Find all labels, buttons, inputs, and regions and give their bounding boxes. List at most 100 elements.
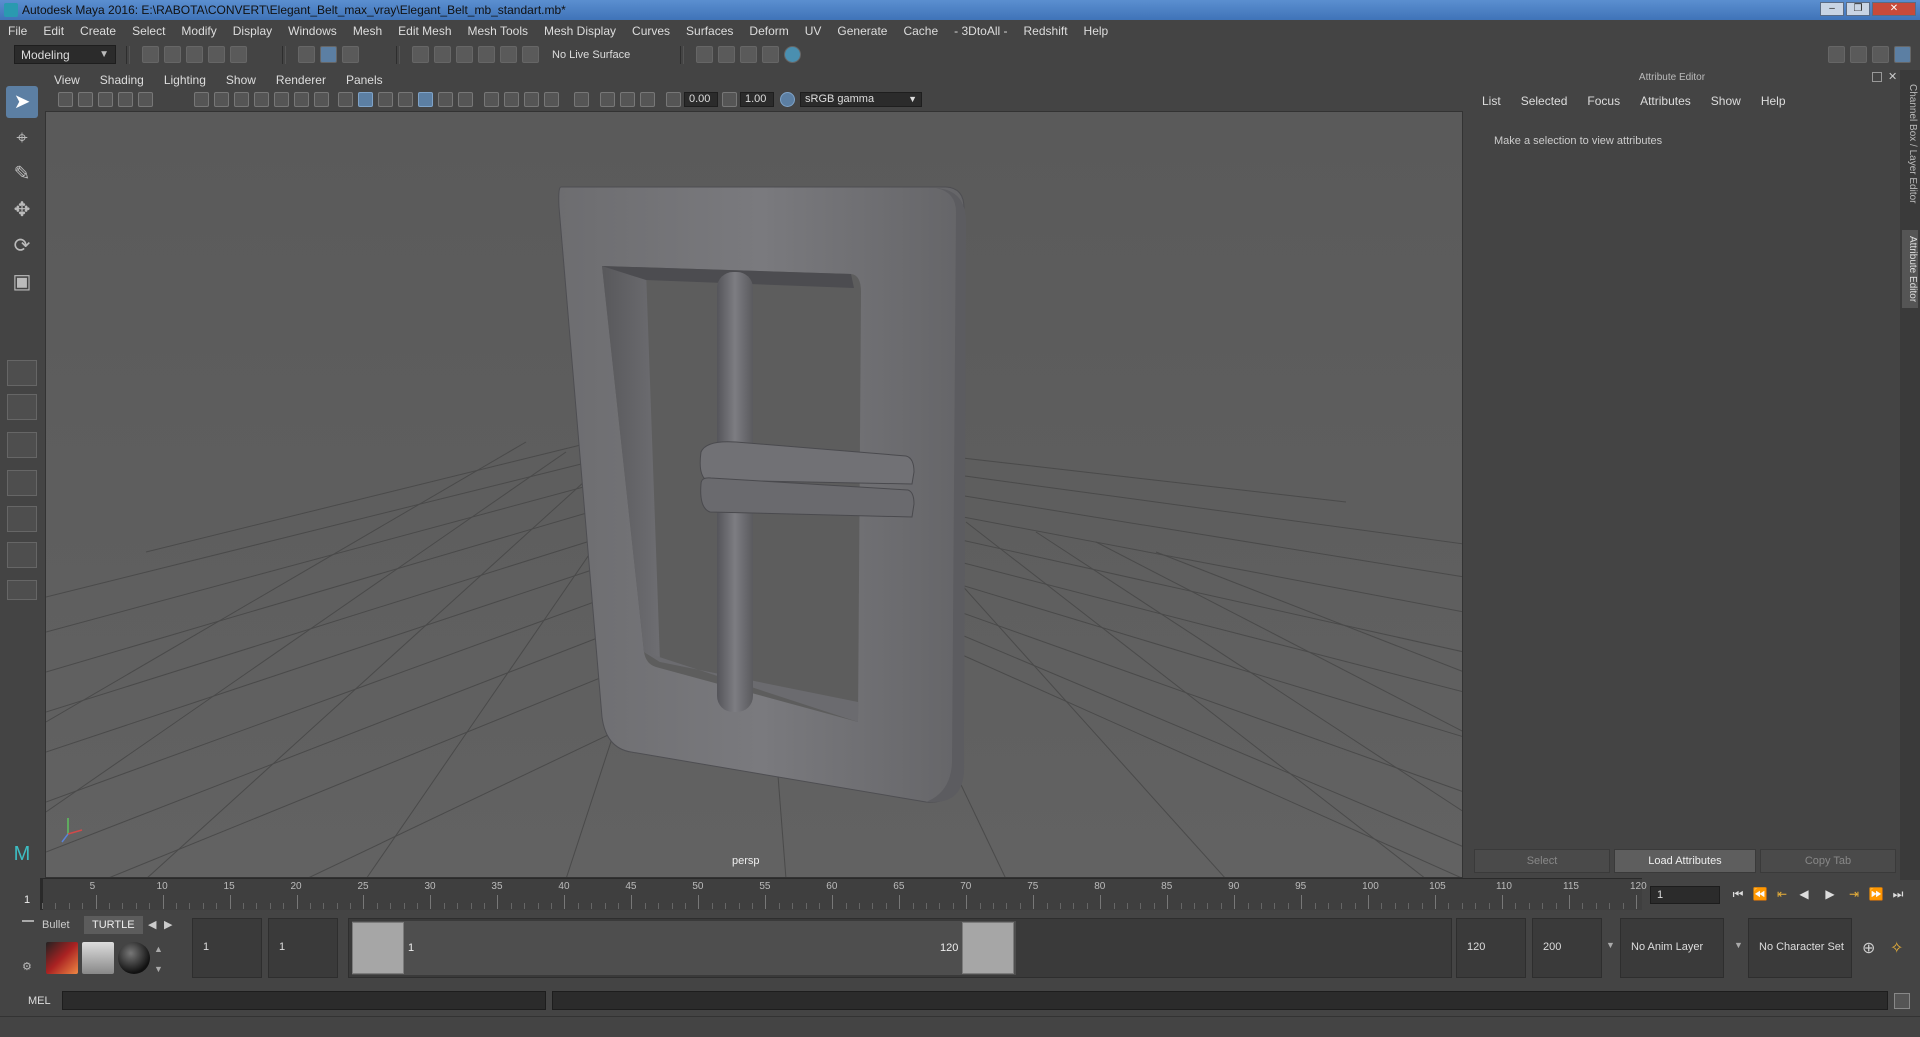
copy-tab-button[interactable]: Copy Tab — [1760, 849, 1896, 873]
menu-file[interactable]: File — [0, 24, 35, 38]
select-component-icon[interactable] — [342, 46, 359, 63]
snap-grid-icon[interactable] — [412, 46, 429, 63]
viewport-menu-view[interactable]: View — [44, 73, 90, 87]
depth-of-field-icon[interactable] — [544, 92, 559, 107]
load-attributes-button[interactable]: Load Attributes — [1614, 849, 1756, 873]
menu-mesh-display[interactable]: Mesh Display — [536, 24, 624, 38]
persp-outliner-layout-icon[interactable] — [7, 432, 37, 458]
ae-menu-help[interactable]: Help — [1751, 94, 1796, 112]
shelf-menu-icon[interactable] — [22, 920, 34, 922]
new-scene-icon[interactable] — [142, 46, 159, 63]
gamma-field[interactable]: 1.00 — [740, 92, 774, 107]
menu-edit[interactable]: Edit — [35, 24, 72, 38]
grease-pencil-icon[interactable] — [138, 92, 153, 107]
viewport-menu-show[interactable]: Show — [216, 73, 266, 87]
exposure-icon[interactable] — [666, 92, 681, 107]
channel-box-toggle-icon[interactable] — [1894, 46, 1911, 63]
go-to-start-icon[interactable]: ⏮ — [1730, 886, 1746, 902]
step-back-frame-icon[interactable]: ⇤ — [1774, 886, 1790, 902]
viewport-menu-renderer[interactable]: Renderer — [266, 73, 336, 87]
shelf-tab-bullet[interactable]: Bullet — [34, 916, 78, 934]
shelf-scroll-down-icon[interactable]: ▼ — [154, 964, 163, 974]
exposure-field[interactable]: 0.00 — [684, 92, 718, 107]
turtle-sphere-icon[interactable] — [118, 942, 150, 974]
perspective-viewport[interactable] — [45, 111, 1463, 878]
move-tool-icon[interactable]: ✥ — [6, 194, 38, 226]
tool-settings-icon[interactable] — [1872, 46, 1889, 63]
ipr-render-icon[interactable] — [718, 46, 735, 63]
rotate-tool-icon[interactable]: ⟳ — [6, 230, 38, 262]
ae-menu-selected[interactable]: Selected — [1511, 94, 1578, 112]
xray-joints-icon[interactable] — [620, 92, 635, 107]
menu-modify[interactable]: Modify — [173, 24, 224, 38]
snap-curve-icon[interactable] — [434, 46, 451, 63]
render-globe-icon[interactable] — [784, 46, 801, 63]
ae-menu-list[interactable]: List — [1472, 94, 1511, 112]
live-surface-label[interactable]: No Live Surface — [552, 46, 642, 64]
save-scene-icon[interactable] — [186, 46, 203, 63]
color-management-icon[interactable] — [780, 92, 795, 107]
collapse-layouts-icon[interactable] — [7, 580, 37, 600]
go-to-end-icon[interactable]: ⏭ — [1890, 886, 1906, 902]
play-backwards-icon[interactable]: ◀ — [1796, 886, 1812, 902]
persp-graph-layout-icon[interactable] — [7, 470, 37, 496]
turtle-bake-icon[interactable] — [82, 942, 114, 974]
snap-point-icon[interactable] — [456, 46, 473, 63]
play-forwards-icon[interactable]: ▶ — [1822, 886, 1838, 902]
bookmark-icon[interactable] — [98, 92, 113, 107]
close-button[interactable]: ✕ — [1872, 2, 1916, 16]
minimize-button[interactable]: – — [1820, 2, 1844, 16]
snap-view-plane-icon[interactable] — [478, 46, 495, 63]
grid-toggle-icon[interactable] — [194, 92, 209, 107]
attribute-editor-tab[interactable]: Attribute Editor — [1902, 230, 1918, 309]
menu-create[interactable]: Create — [72, 24, 124, 38]
script-language-toggle[interactable]: MEL — [28, 995, 51, 1007]
modeling-toolkit-icon[interactable] — [1828, 46, 1845, 63]
menu-windows[interactable]: Windows — [280, 24, 345, 38]
smooth-shade-icon[interactable] — [358, 92, 373, 107]
ae-menu-attributes[interactable]: Attributes — [1630, 94, 1701, 112]
current-frame-field[interactable]: 1 — [1650, 886, 1720, 904]
gate-mask-icon[interactable] — [254, 92, 269, 107]
playback-end-field[interactable]: 120 — [1456, 918, 1526, 978]
use-default-material-icon[interactable] — [378, 92, 393, 107]
wireframe-on-shaded-icon[interactable] — [398, 92, 413, 107]
ae-select-button[interactable]: Select — [1474, 849, 1610, 873]
multisample-aa-icon[interactable] — [524, 92, 539, 107]
viewport-menu-panels[interactable]: Panels — [336, 73, 393, 87]
menu-display[interactable]: Display — [225, 24, 280, 38]
outliner-layout-icon[interactable] — [7, 506, 37, 532]
lights-icon[interactable] — [438, 92, 453, 107]
shelf-settings-icon[interactable]: ⚙ — [22, 960, 32, 973]
channel-box-tab[interactable]: Channel Box / Layer Editor — [1902, 78, 1918, 210]
menu-curves[interactable]: Curves — [624, 24, 678, 38]
open-scene-icon[interactable] — [164, 46, 181, 63]
attribute-editor-toggle-icon[interactable] — [1850, 46, 1867, 63]
animation-preferences-icon[interactable]: ✧ — [1890, 938, 1903, 958]
character-set-dropdown[interactable]: No Character Set — [1748, 918, 1852, 978]
menu-uv[interactable]: UV — [797, 24, 830, 38]
paint-select-tool-icon[interactable]: ✎ — [6, 158, 38, 190]
select-object-icon[interactable] — [320, 46, 337, 63]
isolate-select-icon[interactable] — [574, 92, 589, 107]
shelf-tab-turtle[interactable]: TURTLE — [84, 916, 143, 934]
step-forward-key-icon[interactable]: ⏩ — [1868, 886, 1884, 902]
menu-mesh[interactable]: Mesh — [345, 24, 390, 38]
anim-end-field[interactable]: 200 — [1532, 918, 1602, 978]
command-input-field[interactable] — [62, 991, 546, 1010]
playback-start-field[interactable]: 1 — [268, 918, 338, 978]
render-current-icon[interactable] — [696, 46, 713, 63]
four-view-layout-icon[interactable] — [7, 394, 37, 420]
snap-surface-icon[interactable] — [500, 46, 517, 63]
render-settings-icon[interactable] — [740, 46, 757, 63]
field-chart-icon[interactable] — [274, 92, 289, 107]
snap-live-icon[interactable] — [522, 46, 539, 63]
select-hierarchy-icon[interactable] — [298, 46, 315, 63]
float-panel-icon[interactable] — [1872, 72, 1882, 82]
textured-icon[interactable] — [418, 92, 433, 107]
scale-tool-icon[interactable]: ▣ — [6, 266, 38, 298]
wireframe-icon[interactable] — [338, 92, 353, 107]
menu-redshift[interactable]: Redshift — [1016, 24, 1076, 38]
ae-menu-focus[interactable]: Focus — [1577, 94, 1630, 112]
viewport-menu-lighting[interactable]: Lighting — [154, 73, 216, 87]
